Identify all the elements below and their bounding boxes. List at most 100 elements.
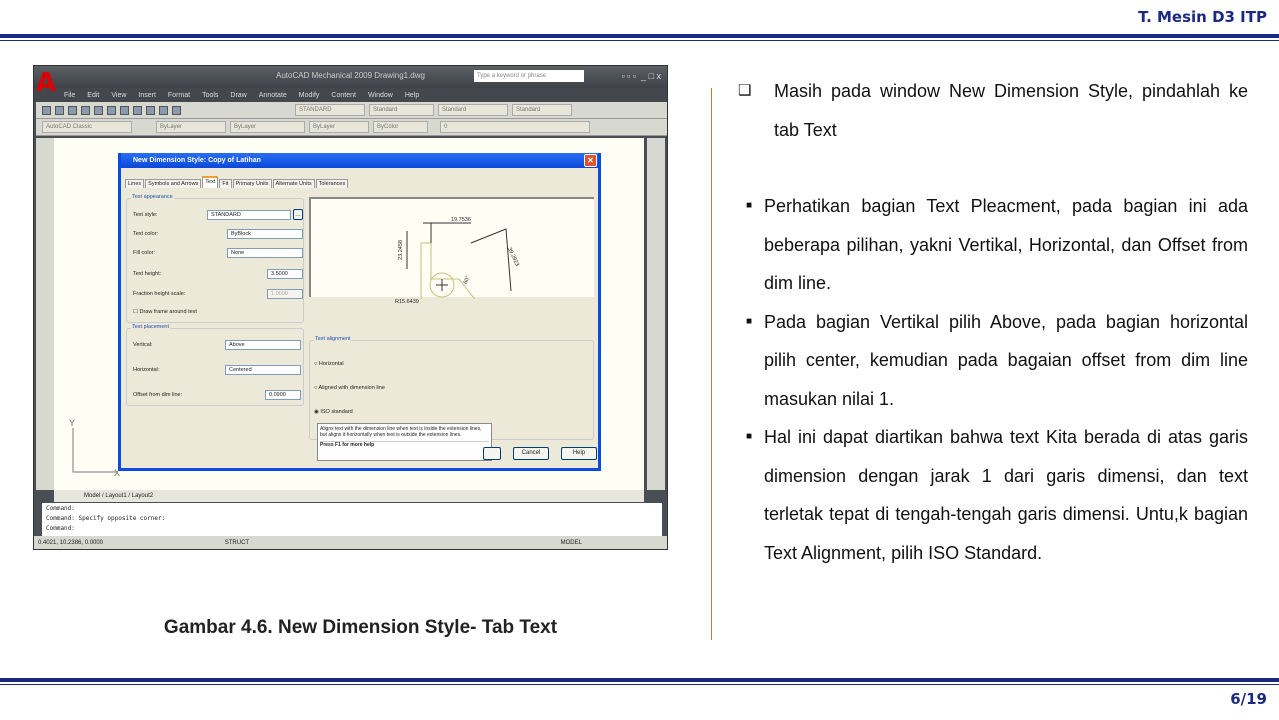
horizontal-label: Horizontal: xyxy=(133,367,160,373)
sub-bullet-text: Hal ini dapat diartikan bahwa text Kita … xyxy=(764,427,1248,563)
properties-toolbar: AutoCAD Classic ByLayer ByLayer ByLayer … xyxy=(36,119,667,136)
menu-bar: File Edit View Insert Format Tools Draw … xyxy=(34,88,667,102)
vertical-select[interactable]: Above xyxy=(225,340,301,350)
zoom-icon[interactable] xyxy=(133,105,142,115)
text-height-input[interactable]: 3.5000 xyxy=(267,269,303,279)
help-button[interactable]: Help xyxy=(561,447,597,460)
text-style-combo[interactable]: STANDARD xyxy=(295,104,365,116)
text-style-select[interactable]: STANDARD xyxy=(207,210,291,220)
menu-view[interactable]: View xyxy=(111,92,126,99)
dim-style-combo[interactable]: Standard xyxy=(369,104,434,116)
layer-combo[interactable]: 0 xyxy=(440,121,590,133)
cancel-button[interactable]: Cancel xyxy=(513,447,549,460)
pan-icon[interactable] xyxy=(146,105,155,115)
tab-layout1[interactable]: Layout1 xyxy=(105,493,126,499)
properties-icon[interactable] xyxy=(159,105,168,115)
menu-annotate[interactable]: Annotate xyxy=(259,92,287,99)
tab-fit[interactable]: Fit xyxy=(219,179,232,188)
ucs-icon xyxy=(72,428,117,473)
square-bullet-icon: ■ xyxy=(746,315,753,327)
institution-header: T. Mesin D3 ITP xyxy=(1138,8,1267,26)
text-color-select[interactable]: ByBlock xyxy=(227,229,303,239)
draw-toolbar[interactable] xyxy=(36,138,54,490)
header-rule-thin xyxy=(0,40,1279,41)
window-title: AutoCAD Mechanical 2009 Drawing1.dwg xyxy=(276,71,425,80)
text-style-label: Text style: xyxy=(133,212,158,218)
tab-primary-units[interactable]: Primary Units xyxy=(232,179,272,188)
preview-pane: 19.7536 23.2458 39.2923 60° R15.6439 xyxy=(309,197,594,312)
open-icon[interactable] xyxy=(55,105,64,115)
sub-bullet-text: Pada bagian Vertikal pilih Above, pada b… xyxy=(764,311,1248,409)
menu-file[interactable]: File xyxy=(64,92,75,99)
fill-color-select[interactable]: None xyxy=(227,248,303,258)
menu-modify[interactable]: Modify xyxy=(299,92,320,99)
command-input[interactable]: Command: xyxy=(46,524,658,534)
window-controls[interactable]: ▫ ▫ ▫ _ □ x xyxy=(621,66,661,86)
draw-frame-label: Draw frame around text xyxy=(139,309,197,315)
radio-iso-standard[interactable]: ◉ ISO standard xyxy=(314,409,353,415)
horizontal-select[interactable]: Centered xyxy=(225,365,301,375)
search-input[interactable]: Type a keyword or phrase xyxy=(474,70,584,82)
text-placement-group: Text placement Vertical: Above Horizonta… xyxy=(126,324,304,406)
copy-icon[interactable] xyxy=(107,105,116,115)
dialog-title-text: New Dimension Style: Copy of Latihan xyxy=(133,157,261,164)
tab-layout2[interactable]: Layout2 xyxy=(132,493,153,499)
menu-insert[interactable]: Insert xyxy=(138,92,156,99)
layout-tabs: Model / Layout1 / Layout2 xyxy=(54,490,644,502)
radio-aligned[interactable]: ○ Aligned with dimension line xyxy=(314,385,385,391)
tab-text[interactable]: Text xyxy=(202,176,219,188)
footer-rule xyxy=(0,678,1279,682)
tooltip: Aligns text with the dimension line when… xyxy=(317,423,492,461)
tooltip-text: Aligns text with the dimension line when… xyxy=(320,426,482,438)
struct-toggle[interactable]: STRUCT xyxy=(225,540,249,546)
print-icon[interactable] xyxy=(81,105,90,115)
color-combo[interactable]: ByLayer xyxy=(156,121,226,133)
dim-text: 23.2458 xyxy=(397,240,404,260)
cut-icon[interactable] xyxy=(94,105,103,115)
tab-model[interactable]: Model xyxy=(84,493,100,499)
tab-lines[interactable]: Lines xyxy=(125,179,145,188)
menu-window[interactable]: Window xyxy=(368,92,393,99)
lineweight-combo[interactable]: ByLayer xyxy=(309,121,369,133)
draw-frame-checkbox[interactable]: ☐ Draw frame around text xyxy=(133,309,197,315)
plotstyle-combo[interactable]: ByColor xyxy=(373,121,428,133)
autocad-logo-icon: A xyxy=(36,68,57,98)
workspace-combo[interactable]: AutoCAD Classic xyxy=(42,121,132,133)
ok-button[interactable] xyxy=(483,447,501,460)
menu-format[interactable]: Format xyxy=(168,92,190,99)
menu-tools[interactable]: Tools xyxy=(202,92,218,99)
close-button[interactable]: ✕ xyxy=(584,154,597,167)
dim-text: R15.6439 xyxy=(395,299,419,305)
menu-help[interactable]: Help xyxy=(405,92,419,99)
dialog-title: New Dimension Style: Copy of Latihan ✕ xyxy=(121,153,598,168)
title-bar: A AutoCAD Mechanical 2009 Drawing1.dwg T… xyxy=(34,66,667,98)
radio-horizontal[interactable]: ○ Horizontal xyxy=(314,361,344,367)
text-style-browse-button[interactable]: … xyxy=(293,209,303,220)
menu-content[interactable]: Content xyxy=(331,92,356,99)
sub-bullet: ■ Hal ini dapat diartikan bahwa text Kit… xyxy=(746,418,1248,572)
sub-bullet: ■ Perhatikan bagian Text Pleacment, pada… xyxy=(746,187,1248,303)
vertical-label: Vertical: xyxy=(133,342,153,348)
tab-alternate-units[interactable]: Alternate Units xyxy=(272,179,315,188)
sub-bullet: ■ Pada bagian Vertikal pilih Above, pada… xyxy=(746,303,1248,419)
modify-toolbar[interactable] xyxy=(647,138,665,490)
mleader-style-combo[interactable]: Standard xyxy=(512,104,572,116)
menu-edit[interactable]: Edit xyxy=(87,92,99,99)
model-toggle[interactable]: MODEL xyxy=(561,540,582,546)
help-icon[interactable] xyxy=(172,105,181,115)
text-appearance-group: Text appearance Text style: STANDARD … T… xyxy=(126,194,304,323)
tab-tolerances[interactable]: Tolerances xyxy=(315,179,349,188)
tab-symbols-arrows[interactable]: Symbols and Arrows xyxy=(145,179,202,188)
save-icon[interactable] xyxy=(68,105,77,115)
footer-rule-thin xyxy=(0,684,1279,685)
paste-icon[interactable] xyxy=(120,105,129,115)
linetype-combo[interactable]: ByLayer xyxy=(230,121,305,133)
menu-draw[interactable]: Draw xyxy=(230,92,246,99)
offset-input[interactable]: 0.0900 xyxy=(265,390,301,400)
dim-text: 19.7536 xyxy=(451,217,471,223)
table-style-combo[interactable]: Standard xyxy=(438,104,508,116)
explanation-text: ❑ Masih pada window New Dimension Style,… xyxy=(738,72,1248,572)
command-line: Command: Specify opposite corner: xyxy=(46,515,166,522)
main-bullet-text: Masih pada window New Dimension Style, p… xyxy=(774,81,1248,140)
command-window[interactable]: Command: Command: Specify opposite corne… xyxy=(42,503,662,536)
